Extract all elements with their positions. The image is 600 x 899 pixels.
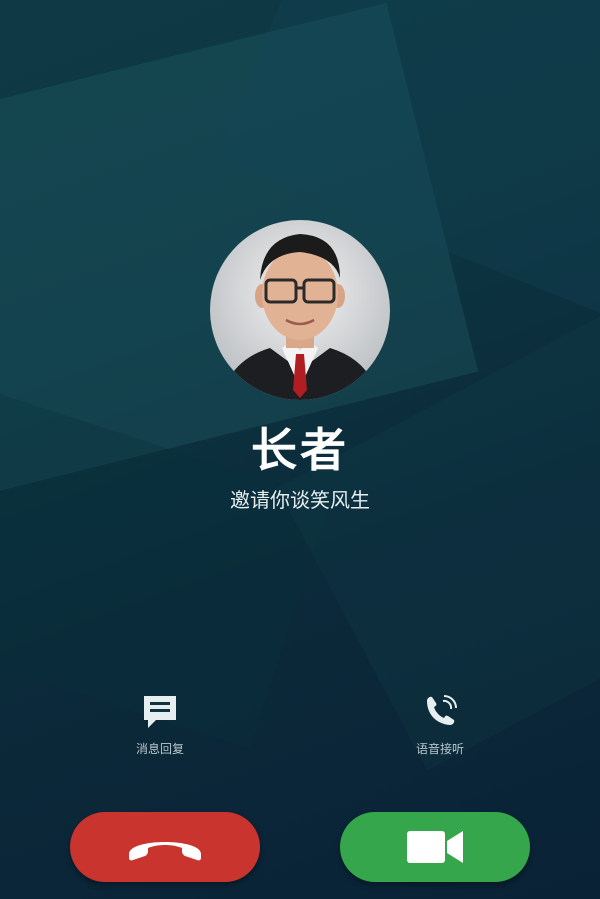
voice-answer-button[interactable]: 语音接听 [380,690,500,757]
decline-call-button[interactable] [70,812,260,882]
accept-video-call-button[interactable] [340,812,530,882]
video-camera-icon [407,831,463,863]
caller-avatar [210,220,390,400]
incoming-call-screen: 长者 邀请你谈笑风生 消息回复 语音接听 [0,0,600,899]
message-reply-label: 消息回复 [135,742,184,756]
phone-ringing-icon [427,695,457,725]
caller-name: 长者 [251,423,349,477]
hang-up-icon [129,842,201,861]
caller-subtitle: 邀请你谈笑风生 [230,488,370,512]
voice-answer-label: 语音接听 [415,742,464,756]
message-reply-button[interactable]: 消息回复 [100,690,220,757]
message-icon [144,696,176,728]
